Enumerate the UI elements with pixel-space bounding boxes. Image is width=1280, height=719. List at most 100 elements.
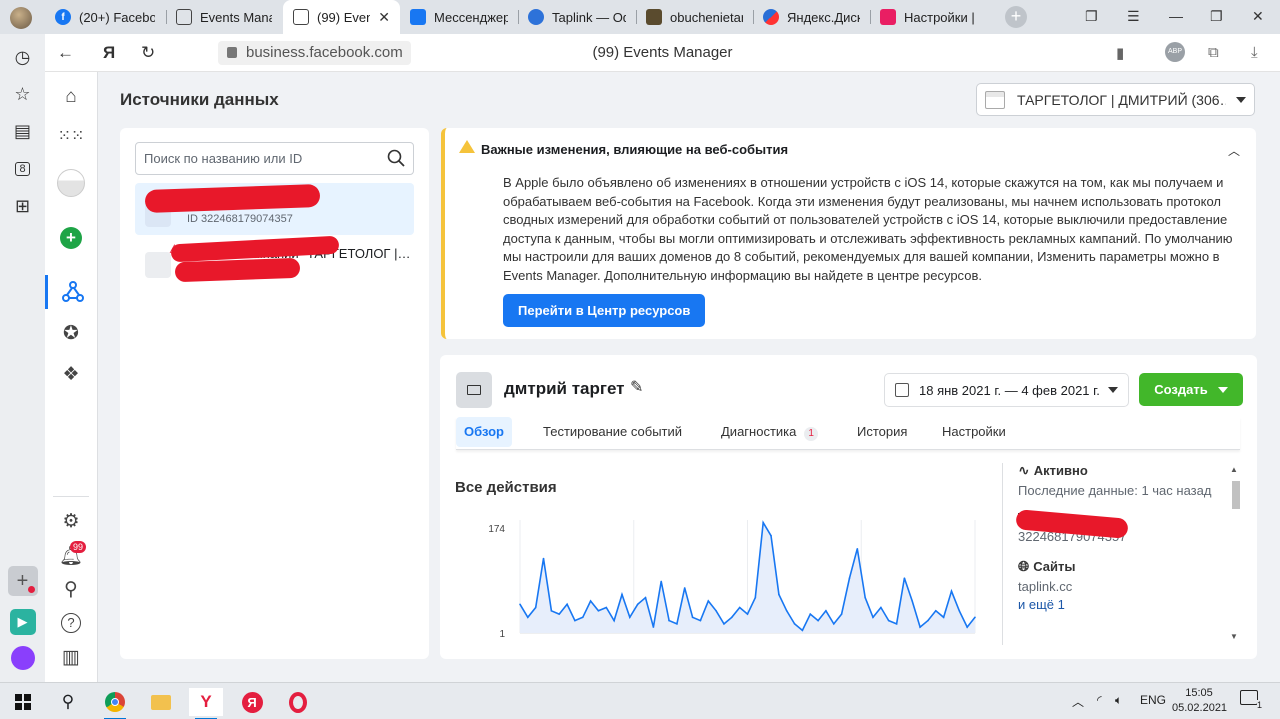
events-manager-main: Источники данных ТАРГЕТОЛОГ | ДМИТРИЙ (3… xyxy=(98,72,1280,682)
events-manager-icon xyxy=(293,9,309,25)
tray-expand-icon[interactable]: ︿ xyxy=(1072,693,1084,710)
chart-point xyxy=(519,603,521,606)
taskbar-clock[interactable]: 15:05 05.02.2021 xyxy=(1172,686,1227,716)
chart-point xyxy=(621,593,623,596)
browser-tab-taplink[interactable]: Taplink — Оф xyxy=(518,0,636,34)
chart-point xyxy=(731,616,733,619)
extensions-icon[interactable]: ⧉ xyxy=(1208,44,1219,61)
edit-pencil-icon[interactable]: ✎ xyxy=(630,377,643,397)
source-item-selected[interactable]: ID 322468179074357 xyxy=(135,183,414,235)
language-indicator[interactable]: ENG xyxy=(1140,693,1166,707)
all-actions-chart: 1741 xyxy=(488,520,976,640)
browser-tab-messenger[interactable]: Мессенджер xyxy=(400,0,518,34)
events-manager-nav-icon[interactable] xyxy=(45,275,97,309)
yandex-logo-icon[interactable]: Я xyxy=(103,43,115,63)
browser-tab-facebook[interactable]: f (20+) Faceboo xyxy=(45,0,165,34)
handshake-icon[interactable]: ❖ xyxy=(45,357,97,391)
window-close-icon[interactable]: ✕ xyxy=(1252,8,1264,25)
tab-history[interactable]: История xyxy=(849,417,915,447)
business-account-select[interactable]: ТАРГЕТОЛОГ | ДМИТРИЙ (306… xyxy=(976,83,1255,116)
download-icon[interactable]: ⤓ xyxy=(1251,44,1258,61)
wifi-icon[interactable]: ◜ xyxy=(1097,693,1102,707)
all-tools-grid-icon[interactable]: ⁙⁙ xyxy=(45,119,97,153)
history-icon[interactable]: ◷ xyxy=(0,42,45,72)
chart-point xyxy=(895,623,898,625)
resource-center-button[interactable]: Перейти в Центр ресурсов xyxy=(503,294,706,327)
tab-overview[interactable]: Обзор xyxy=(456,417,512,447)
chevron-up-icon[interactable]: ︿ xyxy=(1228,142,1240,159)
reports-icon[interactable]: ▥ xyxy=(45,640,97,674)
tabs-count-icon[interactable]: 8 xyxy=(0,154,45,184)
url-field[interactable]: business.facebook.com xyxy=(218,41,411,65)
create-button[interactable]: Создать xyxy=(1139,373,1243,406)
tab-test-events[interactable]: Тестирование событий xyxy=(535,417,690,447)
scroll-thumb[interactable] xyxy=(1232,481,1240,509)
address-bar: ← Я ↻ business.facebook.com (99) Events … xyxy=(45,34,1280,72)
minimize-icon[interactable]: — xyxy=(1169,8,1183,24)
chart-point xyxy=(550,609,553,612)
home-icon[interactable]: ⌂ xyxy=(45,80,97,114)
sites-row: 🌐︎ Сайты xyxy=(1018,558,1076,574)
apps-grid-icon[interactable]: ⊞ xyxy=(0,191,45,221)
chart-point xyxy=(527,616,529,619)
new-tab-button[interactable]: + xyxy=(1005,6,1027,28)
bookmarks-star-icon[interactable]: ☆ xyxy=(0,79,45,109)
browser-tab-settings[interactable]: Настройки | F xyxy=(870,0,988,34)
chart-point xyxy=(566,603,568,606)
yandex-browser-icon[interactable]: Y xyxy=(189,688,223,719)
settings-gear-icon[interactable]: ⚙ xyxy=(45,504,97,538)
chart-point xyxy=(715,609,717,612)
browser-tab-events-manager[interactable]: Events Manag xyxy=(166,0,282,34)
collections-icon[interactable]: ▤ xyxy=(0,116,45,146)
restore-icon[interactable]: ❐ xyxy=(1210,8,1223,25)
details-scrollbar[interactable]: ▲ ▼ xyxy=(1229,463,1241,643)
windows-start-icon[interactable] xyxy=(6,688,40,716)
search-icon[interactable]: ⚲ xyxy=(45,572,97,606)
create-plus-icon[interactable]: + xyxy=(45,221,97,255)
reload-icon[interactable]: ↻ xyxy=(141,43,155,63)
search-icon[interactable]: ⚲ xyxy=(51,688,85,716)
source-item[interactable]: ⚠ Пиксель компании "ТАРГЕТОЛОГ |… ID 111… xyxy=(135,235,414,290)
profile-avatar[interactable] xyxy=(10,7,32,29)
search-icon[interactable] xyxy=(387,149,405,167)
tab-diagnostics[interactable]: Диагностика 1 xyxy=(713,417,826,447)
browser-tab-obuchenie[interactable]: obuchenietarg xyxy=(636,0,753,34)
menu-icon[interactable]: ☰ xyxy=(1127,8,1140,25)
notifications-badge: 99 xyxy=(70,541,87,553)
calendar-icon xyxy=(895,383,909,397)
more-sites-link[interactable]: и ещё 1 xyxy=(1018,597,1230,612)
yandex-icon[interactable]: Я xyxy=(235,688,269,716)
file-explorer-icon[interactable] xyxy=(144,688,178,716)
zen-app-icon[interactable]: ▶ xyxy=(0,607,45,637)
chart-point xyxy=(597,609,600,612)
notification-center-icon[interactable]: 1 xyxy=(1240,690,1262,710)
add-panel-button[interactable]: + xyxy=(0,566,45,596)
chart-point xyxy=(660,580,663,583)
tab-collections-icon[interactable]: ❐ xyxy=(1085,8,1098,25)
back-arrow-icon[interactable]: ← xyxy=(57,43,74,63)
star-badge-icon[interactable]: ✪ xyxy=(45,316,97,350)
chart-point xyxy=(644,596,647,599)
close-tab-icon[interactable]: ✕ xyxy=(378,9,390,26)
help-icon[interactable]: ? xyxy=(45,606,97,640)
browser-tab-strip: f (20+) Faceboo Events Manag (99) Events… xyxy=(0,0,1280,34)
adblock-icon[interactable]: ABP xyxy=(1165,42,1185,62)
notifications-bell-icon[interactable]: 🔔︎ 99 xyxy=(45,539,97,573)
date-range-select[interactable]: 18 янв 2021 г. — 4 фев 2021 г. xyxy=(884,373,1129,407)
chrome-icon[interactable] xyxy=(98,688,132,719)
chart-point xyxy=(738,606,741,609)
source-search-input[interactable]: Поиск по названию или ID xyxy=(135,142,414,175)
account-avatar[interactable] xyxy=(45,166,97,200)
browser-tab-yandex-disk[interactable]: Яндекс.Диск xyxy=(753,0,870,34)
chart-point xyxy=(699,619,702,622)
scroll-up-icon[interactable]: ▲ xyxy=(1230,465,1238,474)
alice-assistant-icon[interactable] xyxy=(0,643,45,673)
volume-icon[interactable]: 🔈︎ xyxy=(1115,693,1122,708)
opera-icon[interactable] xyxy=(281,688,315,716)
bookmark-icon[interactable]: ▮ xyxy=(1116,44,1124,62)
browser-tab-events-manager-active[interactable]: (99) Events ✕ xyxy=(283,0,400,34)
tab-settings[interactable]: Настройки xyxy=(934,417,1014,447)
scroll-down-icon[interactable]: ▼ xyxy=(1230,632,1238,641)
y-tick-label: 174 xyxy=(488,524,505,535)
pixel-tabs: Обзор Тестирование событий Диагностика 1 … xyxy=(456,417,1240,450)
